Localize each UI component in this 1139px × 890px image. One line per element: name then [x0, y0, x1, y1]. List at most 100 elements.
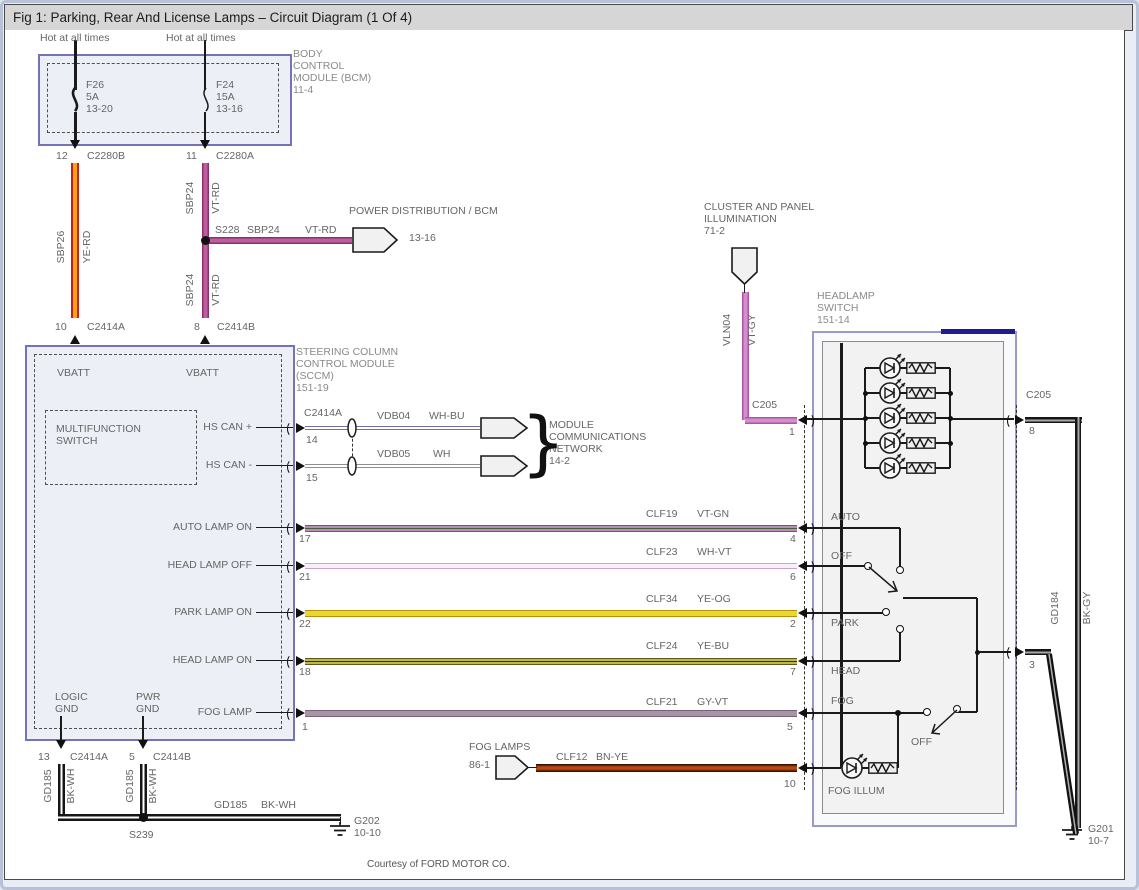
auto-lamp-on: AUTO LAMP ON: [92, 521, 252, 533]
head-contact-rise: [899, 632, 901, 661]
wire-color-vt-rd-h: VT-RD: [305, 224, 337, 236]
jack-pin22: [287, 606, 298, 622]
pin5-fog-line: [806, 712, 924, 714]
cluster-stub: [744, 284, 745, 293]
led-indicator-1: [879, 355, 909, 381]
junction-rail-r4: [948, 441, 953, 446]
bcm-name: BODY CONTROL MODULE (BCM) 11-4: [293, 48, 371, 96]
conn-c2414a-top: C2414A: [87, 321, 125, 333]
wire-color-gy-vt: GY-VT: [697, 696, 728, 708]
junction-pin3: [975, 650, 980, 655]
led-indicator-5: [879, 455, 909, 481]
switch-common-v: [976, 598, 978, 712]
jack-pin18: [287, 654, 298, 670]
wire-clf34-ye-og: [305, 610, 797, 617]
offpage-cluster-illumination: [731, 247, 758, 285]
ground-g202-page: 10-10: [354, 827, 381, 839]
twist-loop-top: [347, 418, 357, 438]
resistor-3: [906, 412, 936, 424]
wire-color-wh-vt: WH-VT: [697, 546, 731, 558]
wire-gd185-bk-wh-h: [58, 814, 341, 821]
ground-g201: G201: [1088, 823, 1114, 835]
headlamp-switch-name: HEADLAMP SWITCH 151-14: [817, 290, 875, 326]
pin-2: 2: [790, 618, 796, 630]
jack-pin6: [803, 559, 814, 575]
jack-pin17: [287, 521, 298, 537]
jack-pin2: [803, 606, 814, 622]
wire-color-bk-wh-h: BK-WH: [261, 799, 296, 811]
wire-gd184-bk-gy-pin8: [1025, 417, 1082, 424]
switch-pos-fog: FOG: [831, 695, 854, 707]
wiring-diagram-viewer: { "title": "Fig 1: Parking, Rear And Lic…: [0, 0, 1139, 890]
wire-color-wh: WH: [433, 448, 451, 460]
conn-c2414a-bottom: C2414A: [70, 751, 108, 763]
resistor-5: [906, 462, 936, 474]
pin-13: 13: [38, 751, 50, 763]
pin-17: 17: [299, 533, 311, 545]
switch-pos-auto: AUTO: [831, 511, 860, 523]
fog-lamp: FOG LAMP: [92, 706, 252, 718]
hs-can-minus: HS CAN -: [92, 459, 252, 471]
resistor-4: [906, 437, 936, 449]
switch-pos-park: PARK: [831, 617, 859, 629]
vbatt-right: VBATT: [186, 367, 219, 379]
wire-id-clf23: CLF23: [646, 546, 678, 558]
headlamp-box-navy-edge: [941, 329, 1015, 334]
jack-pin21: [287, 559, 298, 575]
pin3-inner-line: [977, 651, 1011, 653]
logic-gnd: LOGIC GND: [55, 691, 88, 715]
switch-arm-fog: [920, 702, 966, 742]
feed-line-f26-top: [74, 40, 77, 90]
switch-common-top: [903, 597, 977, 599]
ground-g201-page: 10-7: [1088, 835, 1109, 847]
switch-pos-fog-illum: FOG ILLUM: [828, 785, 885, 797]
wire-id-clf21: CLF21: [646, 696, 678, 708]
fuse-f26-label: F26 5A 13-20: [86, 79, 113, 115]
pin-15: 15: [306, 472, 318, 484]
wire-color-bk-wh-l: BK-WH: [65, 769, 77, 804]
wire-id-clf24: CLF24: [646, 640, 678, 652]
cluster-illumination-label: CLUSTER AND PANEL ILLUMINATION 71-2: [704, 201, 814, 237]
wire-id-sbp24-h: SBP24: [247, 224, 280, 236]
splice-s239: [139, 813, 148, 822]
conn-c2280b: C2280B: [87, 150, 125, 162]
wire-id-clf34: CLF34: [646, 593, 678, 605]
wire-color-vt-gy: VT-GY: [746, 314, 758, 346]
splice-s228: [201, 236, 210, 245]
wire-sbp24-vt-rd-upper: [202, 163, 209, 237]
pin-7: 7: [790, 666, 796, 678]
feed-line-f26-bottom: [74, 112, 77, 140]
resistor-1: [906, 362, 936, 374]
jack-pin3-c205: [1007, 645, 1018, 661]
pin4-auto-line: [806, 527, 900, 529]
conn-c2414a-can: C2414A: [304, 407, 342, 419]
wire-id-gd184: GD184: [1049, 591, 1061, 624]
hs-can-plus: HS CAN +: [92, 421, 252, 433]
conn-c205-right: C205: [1026, 389, 1051, 401]
power-distribution-page: 13-16: [409, 232, 436, 244]
wire-id-vdb05: VDB05: [377, 448, 410, 460]
pin-14: 14: [306, 434, 318, 446]
wire-gd184-diagonal: [1040, 645, 1084, 841]
pin-5-c2414b: 5: [129, 751, 135, 763]
pin-21: 21: [299, 571, 311, 583]
pin-3-c205: 3: [1029, 659, 1035, 671]
conn-c2280a: C2280A: [216, 150, 254, 162]
pin-4: 4: [790, 533, 796, 545]
wire-color-bk-gy: BK-GY: [1081, 592, 1093, 625]
wire-clf19-vt-gn: [305, 525, 797, 532]
resistor-2: [906, 387, 936, 399]
jack-pin15: [287, 459, 298, 475]
splice-s228-label: S228: [215, 224, 240, 236]
pwr-gnd: PWR GND: [136, 691, 161, 715]
junction-fog: [895, 710, 901, 716]
ground-symbol-g202: [328, 822, 352, 838]
junction-rail-r3: [948, 416, 953, 421]
pin-22: 22: [299, 618, 311, 630]
courtesy-note: Courtesy of FORD MOTOR CO.: [367, 859, 510, 870]
junction-rail-r2: [948, 391, 953, 396]
arrow-logic-gnd: [56, 740, 66, 749]
wire-color-vt-gn: VT-GN: [697, 508, 729, 520]
jack-pin7: [803, 654, 814, 670]
led-fog-illum: [841, 755, 871, 781]
